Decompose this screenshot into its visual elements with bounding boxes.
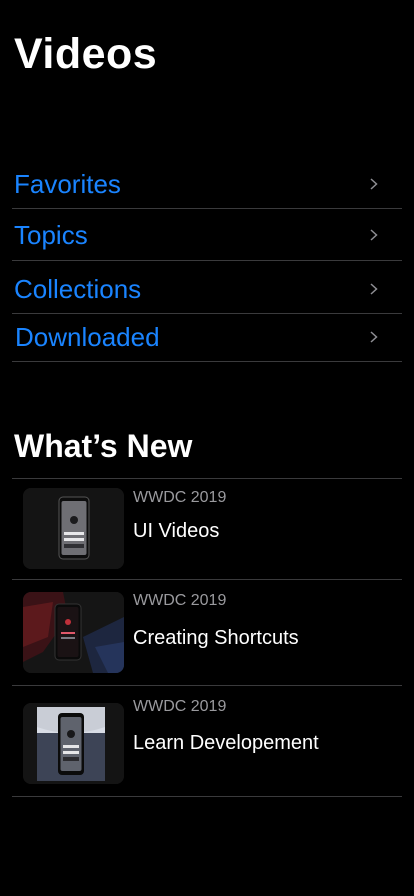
nav-item-downloaded[interactable]: Downloaded	[12, 314, 402, 362]
page-title: Videos	[14, 30, 158, 78]
phone-thumbnail-icon	[23, 703, 124, 784]
nav-item-label: Collections	[14, 274, 142, 304]
video-event: WWDC 2019	[133, 592, 227, 609]
nav-item-collections[interactable]: Collections	[12, 261, 402, 314]
video-thumbnail	[23, 488, 124, 569]
phone-thumbnail-icon	[23, 592, 124, 673]
section-title-whats-new: What’s New	[14, 428, 193, 464]
video-title: UI Videos	[133, 520, 220, 542]
phone-thumbnail-icon	[23, 488, 124, 569]
chevron-right-icon	[368, 331, 380, 343]
nav-item-favorites[interactable]: Favorites	[12, 158, 402, 209]
chevron-right-icon	[368, 178, 380, 190]
video-title: Creating Shortcuts	[133, 627, 299, 649]
video-list: WWDC 2019 UI Videos WWDC 2019 Creating S…	[12, 479, 402, 797]
video-event: WWDC 2019	[133, 489, 227, 506]
video-item[interactable]: WWDC 2019 Creating Shortcuts	[12, 580, 402, 686]
nav-item-topics[interactable]: Topics	[12, 209, 402, 261]
video-event: WWDC 2019	[133, 698, 227, 715]
video-title: Learn Developement	[133, 732, 319, 754]
video-thumbnail	[23, 703, 124, 784]
video-thumbnail	[23, 592, 124, 673]
browse-list: Favorites Topics Collections Downloaded	[12, 158, 402, 362]
nav-item-label: Topics	[14, 220, 88, 250]
nav-item-label: Downloaded	[15, 322, 160, 352]
nav-item-label: Favorites	[14, 169, 121, 199]
video-item[interactable]: WWDC 2019 UI Videos	[12, 479, 402, 580]
video-item[interactable]: WWDC 2019 Learn Developement	[12, 686, 402, 797]
chevron-right-icon	[368, 229, 380, 241]
chevron-right-icon	[368, 283, 380, 295]
